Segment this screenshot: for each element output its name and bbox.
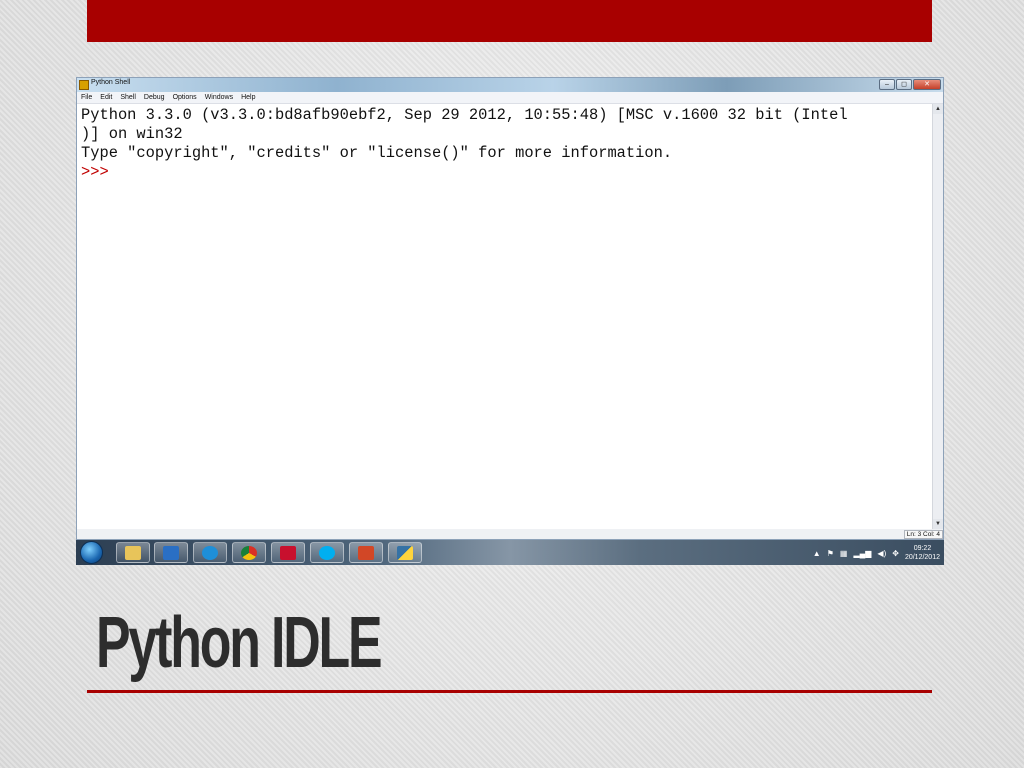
system-tray: ▲ ⚑ ▦ ▂▄▆ ◀) ✥ 09:22 20/12/2012 — [813, 542, 940, 564]
taskbar-clock[interactable]: 09:22 20/12/2012 — [905, 544, 940, 562]
dropbox-icon[interactable]: ✥ — [892, 549, 899, 558]
slide-title: Python IDLE — [96, 603, 383, 683]
window-title: Python Shell — [91, 79, 131, 86]
menu-debug[interactable]: Debug — [140, 92, 169, 103]
minimize-button[interactable]: ‒ — [879, 79, 895, 90]
slide-top-bar — [87, 0, 932, 42]
window-controls: ‒ ◻ ✕ — [879, 79, 941, 90]
menu-windows[interactable]: Windows — [201, 92, 237, 103]
status-bar: Ln: 3 Col: 4 — [77, 529, 943, 539]
line-column-indicator: Ln: 3 Col: 4 — [903, 530, 943, 539]
signal-icon[interactable]: ▂▄▆ — [853, 549, 871, 558]
windows-taskbar: ▲ ⚑ ▦ ▂▄▆ ◀) ✥ 09:22 20/12/2012 — [76, 539, 944, 565]
menu-help[interactable]: Help — [237, 92, 259, 103]
python-shell-window: Python Shell ‒ ◻ ✕ File Edit Shell Debug… — [76, 77, 944, 539]
menu-shell[interactable]: Shell — [116, 92, 140, 103]
close-button[interactable]: ✕ — [913, 79, 941, 90]
acrobat-icon[interactable] — [271, 542, 305, 563]
skype-icon[interactable] — [310, 542, 344, 563]
shell-text-area[interactable]: Python 3.3.0 (v3.3.0:bd8afb90ebf2, Sep 2… — [77, 104, 933, 529]
media-player-icon[interactable] — [154, 542, 188, 563]
clock-date: 20/12/2012 — [904, 554, 940, 561]
menu-edit[interactable]: Edit — [96, 92, 116, 103]
scroll-down-icon[interactable]: ▼ — [933, 519, 943, 529]
powerpoint-icon[interactable] — [349, 542, 383, 563]
idle-app-icon — [79, 80, 89, 90]
shell-info-line: Type "copyright", "credits" or "license(… — [81, 144, 673, 162]
vertical-scrollbar[interactable]: ▲ ▼ — [932, 104, 943, 529]
python-icon[interactable] — [388, 542, 422, 563]
menu-bar: File Edit Shell Debug Options Windows He… — [77, 92, 943, 104]
shell-prompt: >>> — [81, 163, 109, 181]
shell-version-line-1: Python 3.3.0 (v3.3.0:bd8afb90ebf2, Sep 2… — [81, 106, 848, 124]
chrome-icon[interactable] — [232, 542, 266, 563]
tray-expand-icon[interactable]: ▲ — [813, 549, 821, 558]
slide-bottom-rule — [87, 690, 932, 693]
windows-explorer-icon[interactable] — [116, 542, 150, 563]
network-icon[interactable]: ▦ — [840, 549, 848, 558]
internet-explorer-icon[interactable] — [193, 542, 227, 563]
menu-options[interactable]: Options — [169, 92, 201, 103]
volume-icon[interactable]: ◀) — [877, 549, 886, 558]
action-center-icon[interactable]: ⚑ — [827, 549, 834, 558]
shell-version-line-2: )] on win32 — [81, 125, 183, 143]
window-titlebar[interactable]: Python Shell ‒ ◻ ✕ — [77, 78, 943, 92]
clock-time: 09:22 — [913, 545, 932, 552]
start-button[interactable] — [80, 541, 103, 564]
menu-file[interactable]: File — [77, 92, 96, 103]
scroll-up-icon[interactable]: ▲ — [933, 104, 943, 114]
maximize-button[interactable]: ◻ — [896, 79, 912, 90]
